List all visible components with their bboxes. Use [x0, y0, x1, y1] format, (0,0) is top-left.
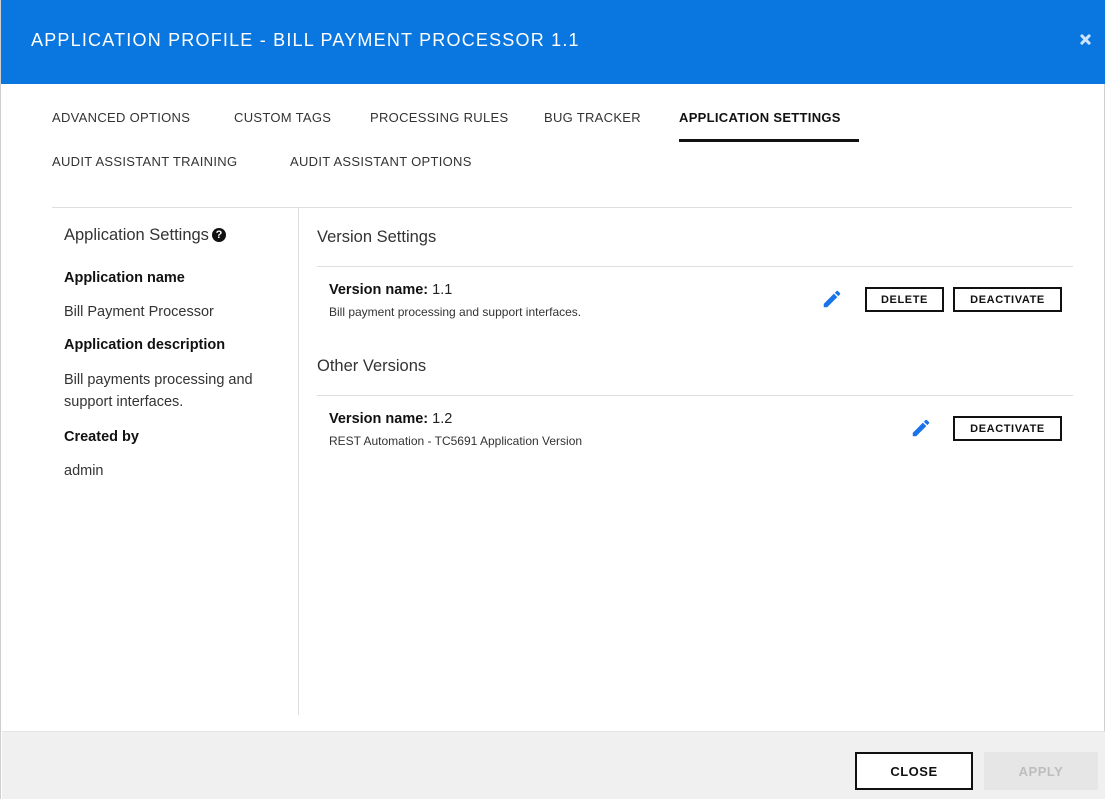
other-versions-title: Other Versions [317, 357, 427, 375]
other-version-name: Version name: 1.2 [329, 411, 452, 427]
apply-button[interactable]: APPLY [984, 752, 1098, 790]
question-circle-icon[interactable]: ? [211, 228, 226, 242]
application-description-label: Application description [64, 337, 226, 353]
application-profile-dialog: APPLICATION PROFILE - BILL PAYMENT PROCE… [0, 0, 1105, 799]
current-version-name: Version name: 1.1 [329, 282, 452, 298]
version-name-label: Version name: [329, 282, 429, 298]
application-name-label: Application name [64, 270, 185, 286]
version-name-value: 1.1 [432, 282, 453, 298]
panel-divider [298, 208, 299, 715]
application-name-value: Bill Payment Processor [64, 304, 214, 320]
content-divider [52, 207, 1072, 208]
created-by-value: admin [64, 463, 104, 479]
panel-title: Application Settings? [64, 226, 226, 245]
version-name-value: 1.2 [432, 411, 453, 427]
deactivate-button[interactable]: DEACTIVATE [953, 287, 1062, 312]
other-version-description: REST Automation - TC5691 Application Ver… [329, 434, 583, 448]
section-divider [317, 395, 1073, 396]
tab-audit-assistant-training[interactable]: AUDIT ASSISTANT TRAINING [52, 154, 237, 169]
current-version-description: Bill payment processing and support inte… [329, 305, 582, 319]
tab-audit-assistant-options[interactable]: AUDIT ASSISTANT OPTIONS [290, 154, 472, 169]
created-by-label: Created by [64, 429, 139, 445]
close-button[interactable]: CLOSE [855, 752, 973, 790]
tab-advanced-options[interactable]: ADVANCED OPTIONS [52, 110, 190, 125]
tab-bug-tracker[interactable]: BUG TRACKER [544, 110, 641, 125]
active-tab-indicator [679, 139, 859, 142]
tab-custom-tags[interactable]: CUSTOM TAGS [234, 110, 331, 125]
application-description-value: Bill payments processing and support int… [64, 372, 253, 410]
pencil-icon[interactable] [910, 417, 932, 439]
dialog-title: APPLICATION PROFILE - BILL PAYMENT PROCE… [31, 30, 580, 50]
tab-application-settings[interactable]: APPLICATION SETTINGS [679, 110, 841, 125]
pencil-icon[interactable] [821, 288, 843, 310]
tab-processing-rules[interactable]: PROCESSING RULES [370, 110, 508, 125]
version-name-label: Version name: [329, 411, 429, 427]
panel-title-text: Application Settings [64, 226, 209, 244]
delete-button[interactable]: DELETE [865, 287, 944, 312]
close-icon[interactable] [1078, 33, 1094, 49]
section-divider [317, 266, 1073, 267]
deactivate-button[interactable]: DEACTIVATE [953, 416, 1062, 441]
dialog-header: APPLICATION PROFILE - BILL PAYMENT PROCE… [1, 0, 1105, 84]
version-settings-title: Version Settings [317, 228, 437, 246]
